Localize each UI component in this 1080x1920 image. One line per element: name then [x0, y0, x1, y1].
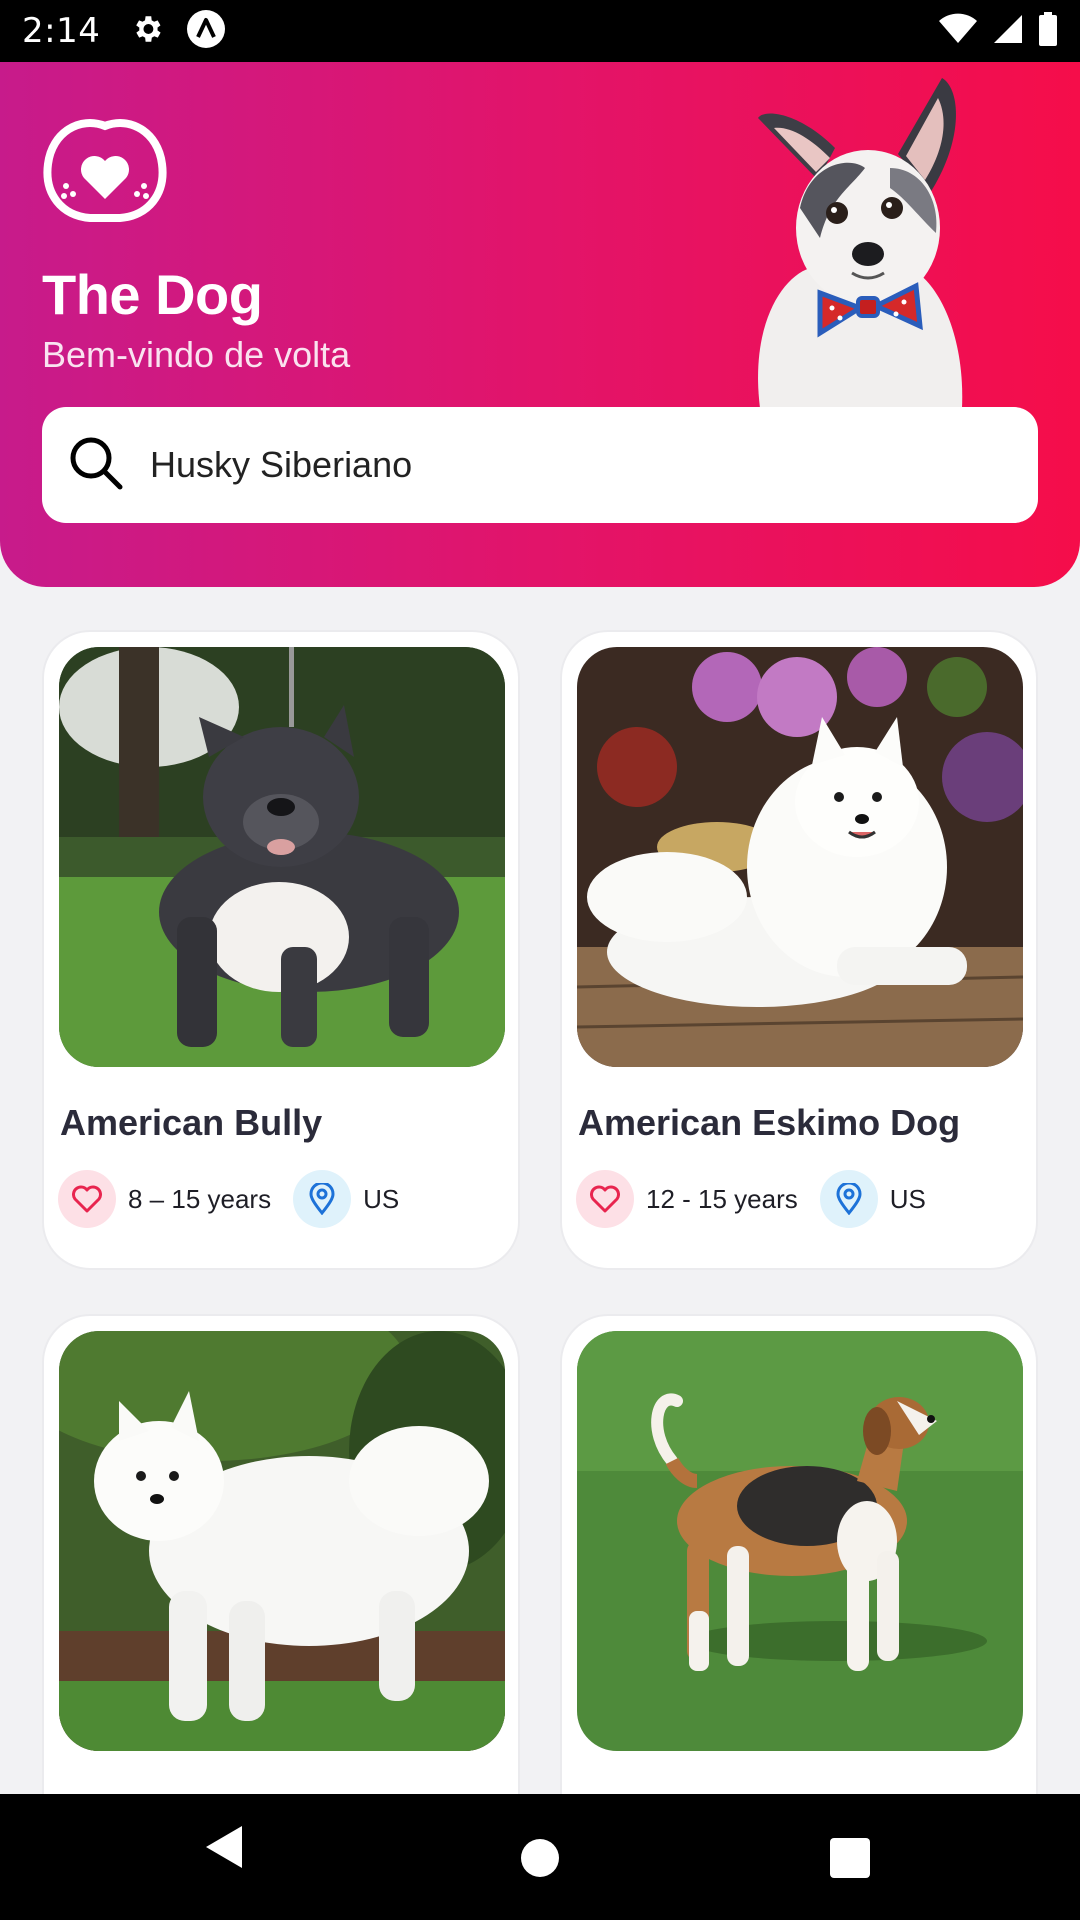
- wifi-icon: [938, 13, 978, 50]
- signal-icon: [992, 13, 1024, 50]
- breed-card[interactable]: American Eskimo Dog 12 - 15 years US: [560, 630, 1038, 1270]
- breed-photo: [577, 1331, 1023, 1751]
- search-icon[interactable]: [66, 433, 126, 498]
- origin: US: [889, 1183, 926, 1214]
- search-bar[interactable]: [42, 407, 1038, 523]
- breed-photo: [577, 647, 1023, 1067]
- breed-meta: 8 – 15 years US: [58, 1170, 399, 1228]
- origin: US: [363, 1183, 400, 1214]
- recents-icon[interactable]: [830, 1838, 870, 1883]
- app-badge-icon: [186, 9, 226, 54]
- system-nav-bar: [0, 1794, 1080, 1920]
- gear-icon: [130, 12, 164, 51]
- life-span: 8 – 15 years: [128, 1183, 272, 1214]
- back-icon[interactable]: [204, 1824, 244, 1875]
- header-banner: The Dog Bem-vindo de volta: [0, 62, 1080, 587]
- hero-dog-image: [740, 68, 980, 413]
- app-title: The Dog: [42, 263, 263, 326]
- breed-meta: 12 - 15 years US: [576, 1170, 926, 1228]
- home-icon[interactable]: [520, 1838, 560, 1883]
- breed-name: American Eskimo Dog: [578, 1102, 961, 1143]
- heart-icon: [58, 1170, 116, 1228]
- breed-photo: [59, 647, 505, 1067]
- location-pin-icon: [819, 1170, 878, 1228]
- breed-photo: [59, 1331, 505, 1751]
- dog-heart-logo-icon: [40, 114, 170, 229]
- life-span: 12 - 15 years: [646, 1183, 798, 1214]
- screen: 2:14 The Dog Bem-vindo de volta Husky Si…: [0, 0, 1080, 1920]
- search-input[interactable]: [150, 444, 1010, 486]
- breed-card[interactable]: American Bully 8 – 15 years US: [42, 630, 520, 1270]
- battery-icon: [1038, 11, 1058, 51]
- breed-name: American Bully: [60, 1102, 323, 1143]
- location-pin-icon: [293, 1170, 352, 1228]
- app-subtitle: Bem-vindo de volta: [42, 334, 351, 375]
- status-bar: 2:14: [0, 0, 1080, 62]
- status-time: 2:14: [22, 11, 101, 51]
- heart-icon: [576, 1170, 634, 1228]
